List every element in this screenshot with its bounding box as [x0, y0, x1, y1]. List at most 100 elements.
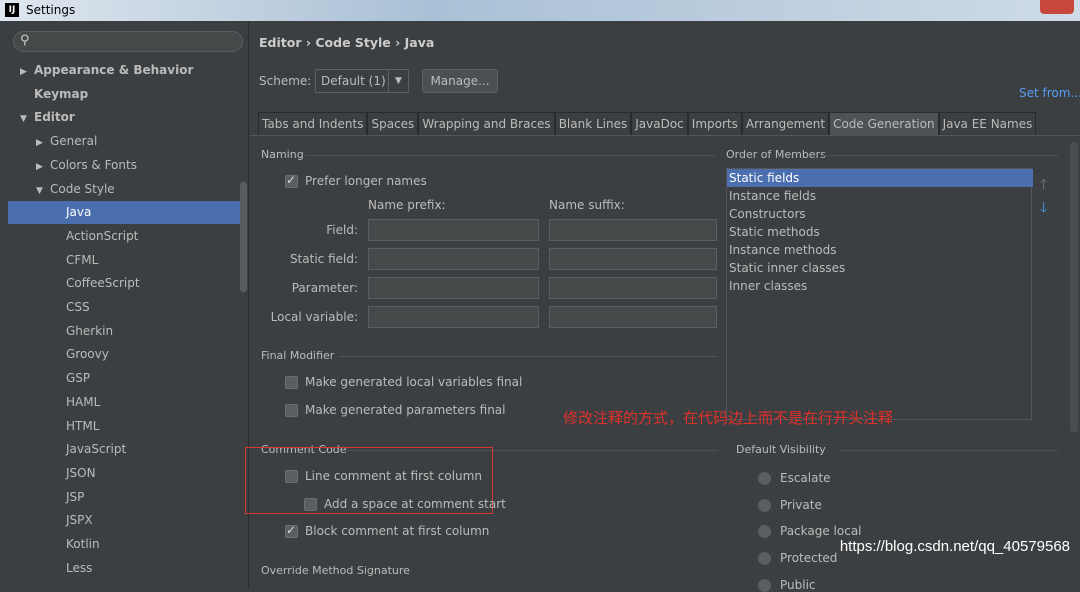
- order-item[interactable]: Instance methods: [727, 241, 1033, 259]
- sidebar-item[interactable]: Less: [8, 557, 240, 580]
- prefix-input[interactable]: [368, 277, 539, 299]
- override-title: Override Method Signature: [261, 564, 410, 577]
- sidebar-scrollbar[interactable]: [240, 182, 247, 292]
- sidebar-item[interactable]: CFML: [8, 249, 240, 272]
- suffix-input[interactable]: [549, 248, 717, 270]
- sidebar-item-label: CFML: [66, 252, 99, 267]
- visibility-radio[interactable]: Escalate: [758, 471, 831, 485]
- checkbox-icon: [285, 470, 298, 483]
- sidebar-item[interactable]: Keymap: [8, 83, 240, 106]
- order-item[interactable]: Static inner classes: [727, 259, 1033, 277]
- checkbox-icon: [304, 498, 317, 511]
- visibility-radio[interactable]: Private: [758, 498, 822, 512]
- tab-item[interactable]: Spaces: [367, 112, 419, 135]
- sidebar-item[interactable]: JavaScript: [8, 438, 240, 461]
- sidebar-item-label: Gherkin: [66, 323, 114, 338]
- divider: [250, 135, 1080, 136]
- sidebar-item[interactable]: ▼ Code Style: [8, 178, 240, 201]
- sidebar-item-label: Groovy: [66, 347, 109, 362]
- sidebar-item-label: HAML: [66, 394, 101, 409]
- main-panel: Editor › Code Style › Java Scheme: Defau…: [245, 22, 1080, 592]
- tab-item[interactable]: Wrapping and Braces: [418, 112, 555, 135]
- suffix-input[interactable]: [549, 277, 717, 299]
- expand-down-icon[interactable]: ▼: [36, 180, 50, 203]
- set-from-link[interactable]: Set from...: [1019, 86, 1080, 100]
- suffix-input[interactable]: [549, 306, 717, 328]
- tab-bar: Tabs and Indents Spaces Wrapping and Brace…: [258, 112, 1037, 135]
- sidebar-item[interactable]: CSS: [8, 296, 240, 319]
- checkbox-icon: [285, 376, 298, 389]
- suffix-input[interactable]: [549, 219, 717, 241]
- sidebar-item[interactable]: JSP: [8, 486, 240, 509]
- sidebar-item-label: ActionScript: [66, 228, 139, 243]
- manage-button[interactable]: Manage...: [422, 69, 498, 93]
- title-bar: IJ Settings: [0, 0, 1080, 21]
- sidebar-item[interactable]: ActionScript: [8, 225, 240, 248]
- prefix-input[interactable]: [368, 248, 539, 270]
- search-input[interactable]: ⚲: [13, 31, 243, 52]
- sidebar-item[interactable]: Groovy: [8, 343, 240, 366]
- sidebar-item-label: Kotlin: [66, 537, 100, 551]
- move-down-icon[interactable]: 🡓: [1040, 197, 1047, 221]
- window-title: Settings: [26, 3, 76, 17]
- sidebar-item[interactable]: CoffeeScript: [8, 272, 240, 295]
- checkbox-label: Block comment at first column: [305, 524, 490, 538]
- sidebar-item-label: Colors & Fonts: [50, 157, 137, 172]
- move-up-icon[interactable]: 🡑: [1040, 174, 1047, 198]
- visibility-radio[interactable]: Package local: [758, 524, 862, 539]
- order-item[interactable]: Constructors: [727, 205, 1033, 223]
- sidebar-item[interactable]: JSPX: [8, 509, 240, 532]
- sidebar: ⚲ ▶ Appearance & Behavior Keymap ▼ Editor ▶ Ge…: [8, 22, 249, 589]
- expand-down-icon[interactable]: ▼: [20, 108, 34, 131]
- close-button[interactable]: [1040, 0, 1074, 14]
- sidebar-item[interactable]: ▶ Appearance & Behavior: [8, 59, 240, 82]
- block-comment-checkbox[interactable]: Block comment at first column: [285, 523, 490, 538]
- final-params-checkbox[interactable]: Make generated parameters final: [285, 403, 506, 417]
- sidebar-item[interactable]: GSP: [8, 367, 240, 390]
- checkbox-label: Line comment at first column: [305, 469, 482, 483]
- sidebar-item[interactable]: HAML: [8, 391, 240, 414]
- main-scrollbar[interactable]: [1070, 142, 1078, 432]
- field-label: Field:: [326, 223, 358, 237]
- prefix-input[interactable]: [368, 306, 539, 328]
- sidebar-item-label: Keymap: [34, 86, 89, 101]
- sidebar-item[interactable]: ▼ Editor: [8, 106, 240, 129]
- visibility-radio[interactable]: Public: [758, 578, 816, 592]
- sidebar-item[interactable]: Java: [8, 201, 240, 225]
- sidebar-item[interactable]: ▶ General: [8, 130, 240, 153]
- tab-item[interactable]: Code Generation: [829, 112, 939, 135]
- radio-label: Public: [780, 577, 816, 592]
- prefix-input[interactable]: [368, 219, 539, 241]
- final-locals-checkbox[interactable]: Make generated local variables final: [285, 375, 522, 389]
- tab-item[interactable]: Java EE Names: [938, 112, 1037, 135]
- expand-right-icon[interactable]: ▶: [20, 61, 34, 84]
- order-list[interactable]: Static fields Instance fields Constructors…: [726, 168, 1033, 420]
- sidebar-item-label: JSPX: [66, 513, 93, 528]
- sidebar-item-label: Less: [66, 560, 93, 575]
- radio-icon: [758, 472, 771, 485]
- watermark: https://blog.csdn.net/qq_40579568: [839, 538, 1070, 555]
- sidebar-item[interactable]: ▶ Colors & Fonts: [8, 154, 240, 177]
- expand-right-icon[interactable]: ▶: [36, 132, 50, 155]
- order-item[interactable]: Static methods: [727, 223, 1033, 241]
- sidebar-item[interactable]: Kotlin: [8, 533, 240, 556]
- tab-item[interactable]: Tabs and Indents: [258, 112, 368, 135]
- visibility-radio[interactable]: Protected: [758, 551, 837, 566]
- sidebar-item[interactable]: Gherkin: [8, 320, 240, 343]
- tab-item[interactable]: Imports: [687, 112, 742, 135]
- radio-icon: [758, 498, 771, 512]
- tab-item[interactable]: JavaDoc: [631, 112, 688, 135]
- line-comment-checkbox[interactable]: Line comment at first column: [285, 469, 482, 483]
- prefer-longer-checkbox[interactable]: Prefer longer names: [285, 173, 427, 188]
- add-space-checkbox[interactable]: Add a space at comment start: [304, 497, 506, 511]
- order-item[interactable]: Instance fields: [727, 187, 1033, 205]
- order-item[interactable]: Inner classes: [727, 277, 1033, 295]
- expand-right-icon[interactable]: ▶: [36, 156, 50, 179]
- tab-item[interactable]: Blank Lines: [554, 112, 632, 135]
- tab-item[interactable]: Arrangement: [741, 112, 830, 135]
- sidebar-item[interactable]: JSON: [8, 462, 240, 485]
- scheme-select[interactable]: Default (1) ▼: [315, 69, 409, 93]
- sidebar-item[interactable]: HTML: [8, 415, 240, 438]
- order-item[interactable]: Static fields: [727, 169, 1033, 187]
- checkbox-icon: [285, 173, 298, 188]
